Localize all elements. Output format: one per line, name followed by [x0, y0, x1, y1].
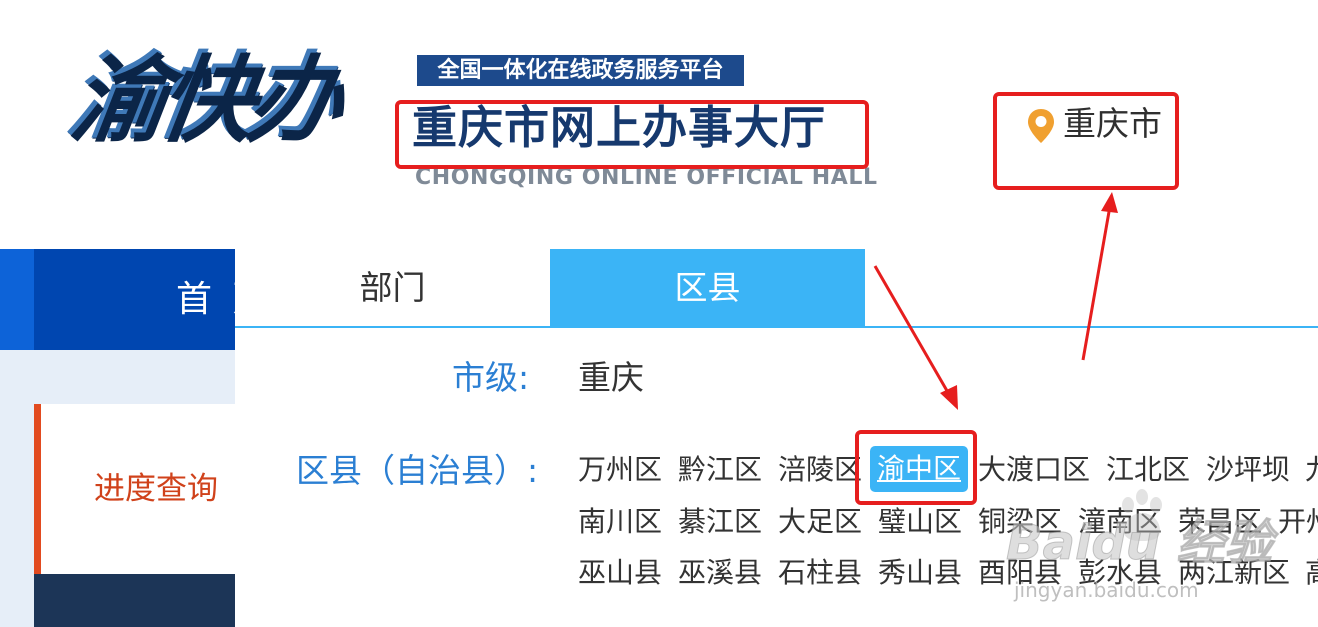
district-item[interactable]: 九: [1305, 450, 1318, 490]
district-item[interactable]: 大渡口区: [978, 450, 1090, 490]
district-item[interactable]: 江北区: [1106, 450, 1190, 490]
district-item[interactable]: 秀山县: [878, 553, 962, 593]
side-card-accent: [34, 404, 41, 574]
district-item-selected[interactable]: 渝中区: [870, 446, 968, 492]
district-item[interactable]: 高: [1305, 553, 1318, 593]
city-level-chongqing[interactable]: 重庆: [578, 356, 644, 400]
hall-title-english: CHONGQING ONLINE OFFICIAL HALL: [415, 165, 878, 190]
district-item[interactable]: 黔江区: [678, 450, 762, 490]
map-pin-icon[interactable]: [1026, 108, 1056, 144]
district-label: 区县（自治县）:: [296, 451, 539, 490]
district-item[interactable]: 涪陵区: [778, 450, 862, 490]
district-item[interactable]: 大足区: [778, 502, 862, 542]
city-level-label: 市级:: [452, 358, 530, 397]
district-item[interactable]: 石柱县: [778, 553, 862, 593]
platform-slogan: 全国一体化在线政务服务平台: [417, 55, 744, 86]
district-item[interactable]: 万州区: [578, 450, 662, 490]
tab-department[interactable]: 部门: [235, 249, 550, 326]
side-panel-footer: [34, 574, 235, 627]
hall-title: 重庆市网上办事大厅: [412, 101, 827, 154]
tab-district[interactable]: 区县: [550, 249, 865, 326]
watermark-url: jingyan.baidu.com: [1014, 578, 1199, 602]
current-city-selector[interactable]: 重庆市: [1063, 102, 1162, 146]
tab-underline: [235, 326, 1318, 328]
progress-query-link[interactable]: 进度查询: [94, 468, 218, 510]
district-item[interactable]: 綦江区: [678, 502, 762, 542]
site-logo[interactable]: 渝快办: [62, 44, 341, 153]
district-item[interactable]: 巫溪县: [678, 553, 762, 593]
watermark-text: Baidu 经验: [1006, 515, 1274, 572]
district-item[interactable]: 璧山区: [878, 502, 962, 542]
district-item[interactable]: 南川区: [578, 502, 662, 542]
district-item[interactable]: 巫山县: [578, 553, 662, 593]
district-item[interactable]: 沙坪坝: [1206, 450, 1290, 490]
district-item[interactable]: 开州: [1278, 502, 1318, 542]
